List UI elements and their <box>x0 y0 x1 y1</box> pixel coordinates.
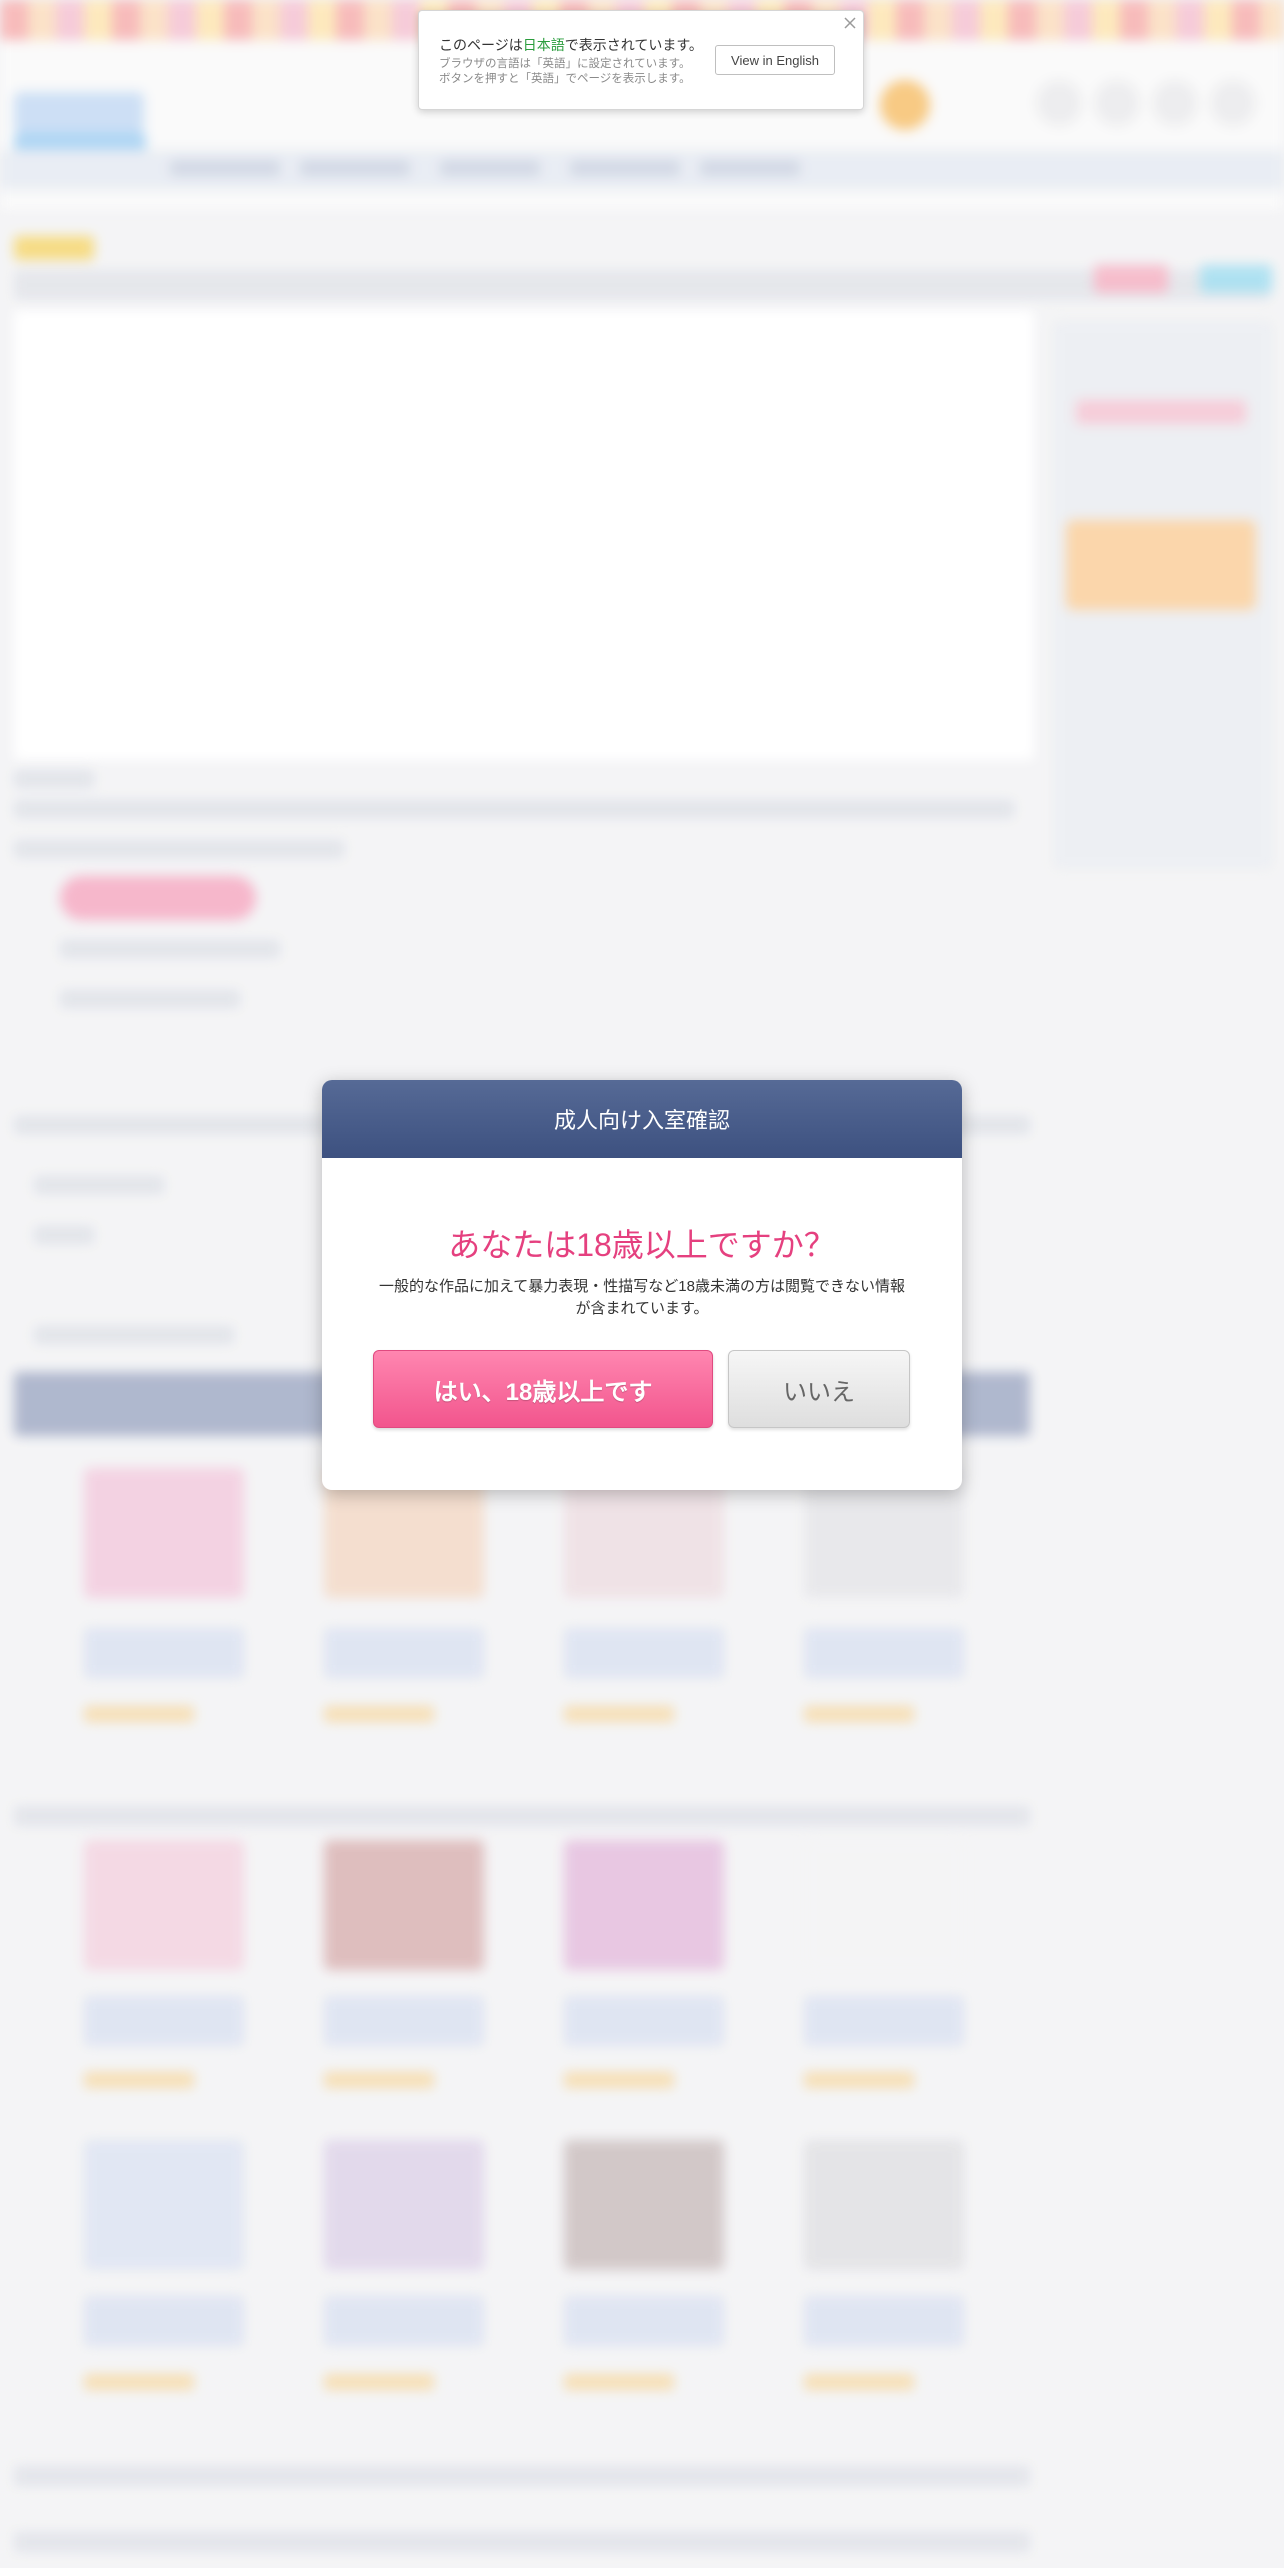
language-name: 日本語 <box>522 37 565 53</box>
language-message: このページは日本語で表示されています。 <box>439 35 703 55</box>
language-sub-message: ブラウザの言語は「英語」に設定されています。 ボタンを押すと「英語」でページを表… <box>439 57 691 87</box>
view-in-english-button[interactable]: View in English <box>715 45 835 75</box>
decline-button[interactable]: いいえ <box>728 1350 910 1428</box>
language-message-suffix: で表示されています。 <box>564 37 703 53</box>
language-message-prefix: このページは <box>439 37 523 53</box>
close-icon-glyph <box>844 17 856 29</box>
language-sub-line: ブラウザの言語は「英語」に設定されています。 <box>439 58 691 70</box>
language-sub-line: ボタンを押すと「英語」でページを表示します。 <box>439 73 691 85</box>
confirm-adult-button[interactable]: はい、18歳以上です <box>373 1350 713 1428</box>
age-question: あなたは18歳以上ですか？ <box>448 1227 836 1263</box>
modal-title: 成人向け入室確認 <box>322 1080 962 1158</box>
language-popup: このページは日本語で表示されています。 ブラウザの言語は「英語」に設定されていま… <box>418 10 864 110</box>
age-verification-modal: 成人向け入室確認 あなたは18歳以上ですか？ 一般的な作品に加えて暴力表現・性描… <box>322 1080 962 1490</box>
close-icon[interactable] <box>841 15 859 33</box>
age-description: 一般的な作品に加えて暴力表現・性描写など18歳未満の方は閲覧できない情報が含まれ… <box>379 1278 905 1317</box>
